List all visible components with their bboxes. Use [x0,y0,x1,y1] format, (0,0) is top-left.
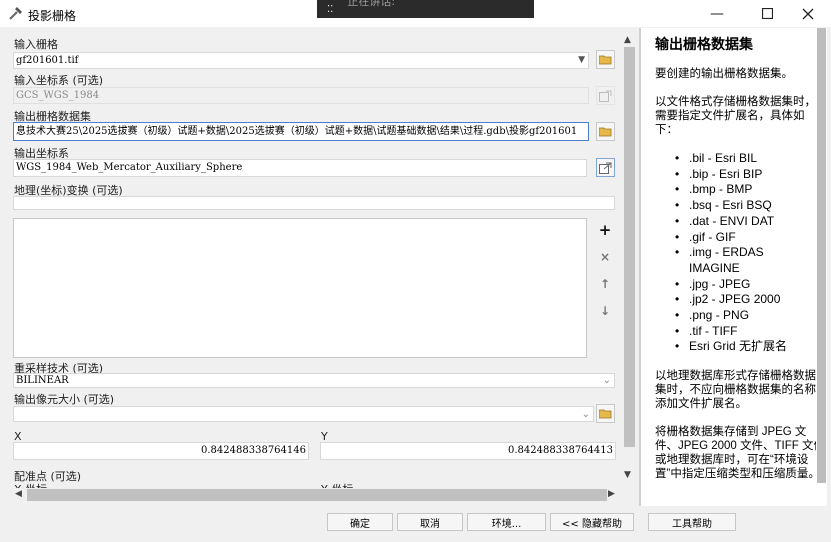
maximize-button[interactable] [744,0,790,27]
help-paragraph-3: 以地理数据库形式存储栅格数据集时，不应向栅格数据集的名称添加文件扩展名。 [655,370,816,411]
x-input[interactable]: 0.842488338764146 [13,442,309,460]
vertical-scroll-thumb[interactable] [624,47,635,447]
input-raster-browse-button[interactable] [596,50,615,69]
hammer-icon [9,7,22,20]
help-paragraph-1: 要创建的输出栅格数据集。 [655,68,793,80]
remove-icon[interactable]: × [595,247,615,267]
output-raster-browse-button[interactable] [596,122,615,141]
list-item: Esri Grid 无扩展名 [675,339,815,355]
speaking-indicator: ⁚⁚正在讲话: [317,0,534,18]
list-item: .bmp - BMP [675,182,815,198]
add-icon[interactable]: + [595,220,615,240]
window-title: 投影栅格 [28,9,77,23]
crs-properties-icon [599,90,612,102]
list-item: .dat - ENVI DAT [675,214,815,230]
maximize-icon [761,8,773,19]
dropdown-arrow-icon: ▼ [578,55,585,65]
input-crs-label: 输入坐标系 (可选) [14,74,104,87]
crs-properties-icon [599,162,612,174]
chevron-down-icon: ⌄ [581,409,590,420]
input-crs-field: GCS_WGS_1984 [13,87,589,104]
folder-open-icon [599,127,612,137]
list-item: .bsq - Esri BSQ [675,198,815,214]
move-up-icon[interactable]: ↑ [595,274,615,294]
format-list: .bil - Esri BIL .bip - Esri BIP .bmp - B… [675,151,827,355]
list-item: .img - ERDAS IMAGINE [675,245,815,276]
list-item: .bip - Esri BIP [675,167,815,183]
help-paragraph-4: 将栅格数据集存储到 JPEG 文件、JPEG 2000 文件、TIFF 文件或地… [655,426,825,481]
input-raster-dropdown[interactable]: gf201601.tif ▼ [13,52,589,69]
folder-open-icon [599,409,612,419]
help-scroll-thumb[interactable] [817,28,826,483]
hide-help-button[interactable]: << 隐藏帮助 [550,513,634,531]
ok-button[interactable]: 确定 [327,513,393,531]
y-input[interactable]: 0.842488338764413 [320,442,616,460]
help-paragraph-2: 以文件格式存储栅格数据集时，需要指定文件扩展名，具体如下： [655,96,816,136]
cancel-button[interactable]: 取消 [397,513,463,531]
list-item: .png - PNG [675,308,815,324]
output-crs-properties-button[interactable] [596,158,615,177]
scroll-up-icon[interactable]: ▲ [624,35,631,45]
help-title: 输出栅格数据集 [655,36,753,52]
resampling-dropdown[interactable]: BILINEAR ⌄ [13,373,615,388]
scroll-down-icon[interactable]: ▼ [624,470,631,480]
geo-transform-list[interactable] [13,218,587,358]
chevron-down-icon: ⌄ [602,375,611,386]
close-button[interactable] [785,0,831,27]
cell-size-dropdown[interactable]: ⌄ [13,406,594,422]
drag-handle-icon: ⁚⁚ [327,4,334,15]
environments-button[interactable]: 环境... [467,513,546,531]
cell-size-label: 输出像元大小 (可选) [14,393,115,406]
list-item: .jpg - JPEG [675,277,815,293]
scroll-right-icon[interactable]: ▶ [608,489,615,499]
folder-open-icon [599,55,612,65]
geo-transform-input[interactable] [13,196,615,210]
list-item: .gif - GIF [675,230,815,246]
minimize-button[interactable]: — [694,0,740,27]
horizontal-scroll-thumb[interactable] [27,489,607,501]
cell-size-browse-button[interactable] [596,404,615,423]
move-down-icon[interactable]: ↓ [595,301,615,321]
input-raster-label: 输入栅格 [14,38,58,51]
output-raster-input[interactable]: 息技术大赛25\2025选拔赛（初级）试题+数据\2025选拔赛（初级）试题+数… [13,122,589,141]
tool-help-button[interactable]: 工具帮助 [648,513,736,531]
output-crs-field[interactable]: WGS_1984_Web_Mercator_Auxiliary_Sphere [13,159,587,177]
list-item: .bil - Esri BIL [675,151,815,167]
list-item: .tif - TIFF [675,324,815,340]
scroll-left-icon[interactable]: ◀ [15,489,22,499]
list-item: .jp2 - JPEG 2000 [675,292,815,308]
help-pane: 输出栅格数据集 要创建的输出栅格数据集。 以文件格式存储栅格数据集时，需要指定文… [641,28,827,506]
parameters-pane: 输入栅格 gf201601.tif ▼ 输入坐标系 (可选) GCS_WGS_1… [0,28,636,506]
input-crs-properties-button [596,86,615,105]
close-icon [802,8,814,19]
title-bar: 投影栅格 ⁚⁚正在讲话: — [0,0,831,27]
